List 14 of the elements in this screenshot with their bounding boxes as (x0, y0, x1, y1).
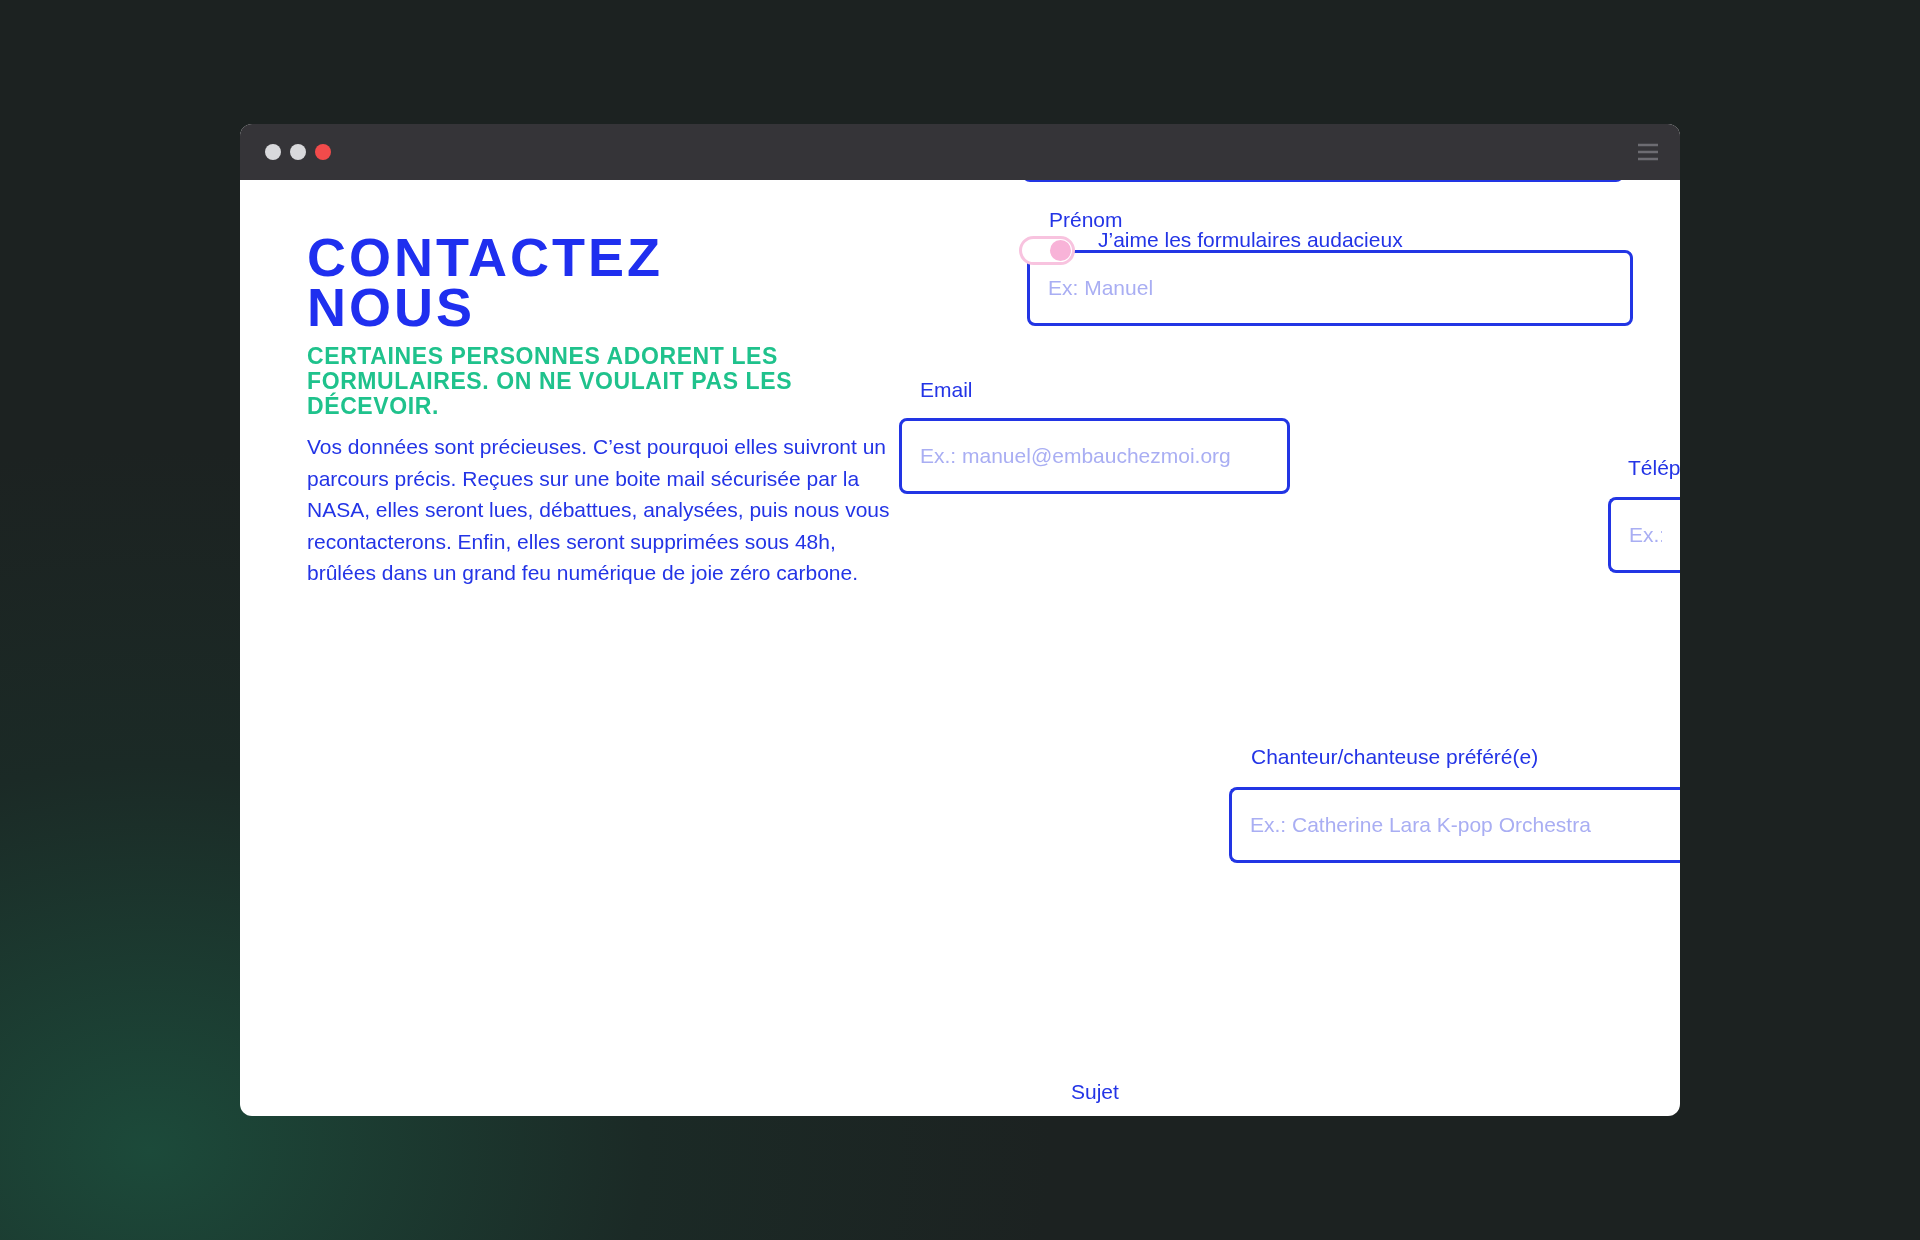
page-heading: CONTACTEZ NOUS (307, 232, 663, 332)
input-field[interactable]: Ex.: Catherine Lara K-pop Orchestra (1229, 787, 1680, 863)
input-field[interactable]: Ex: Manuel (1027, 250, 1633, 326)
menu-icon[interactable] (1636, 142, 1660, 162)
field-label: Sujet (1071, 1080, 1119, 1104)
field-label: Email (920, 378, 973, 402)
field-label: Chanteur/chanteuse préféré(e) (1251, 745, 1539, 769)
toggle-switch[interactable] (1019, 236, 1075, 265)
window-control[interactable] (265, 144, 281, 160)
field-label: Télép (1628, 456, 1680, 480)
intro-text: Vos données sont précieuses. C’est pourquoi elles suivront un parcours précis. Reçues sur une boite mail sécurisée par la NASA, elles seront lues, débattues, analysées, puis nous vous recontacterons. Enfin, elles seront supprimées sous 48h, brûlées dans un grand feu numérique de joie zéro carbone. (307, 434, 891, 587)
subtitle: CERTAINES PERSONNES ADORENT LES FORMULAIRES. ON NE VOULAIT PAS LES DÉCEVOIR. (307, 344, 794, 419)
input-field[interactable]: Ex.: manuel@embauchezmoi.org (899, 418, 1290, 494)
window-control[interactable] (290, 144, 306, 160)
